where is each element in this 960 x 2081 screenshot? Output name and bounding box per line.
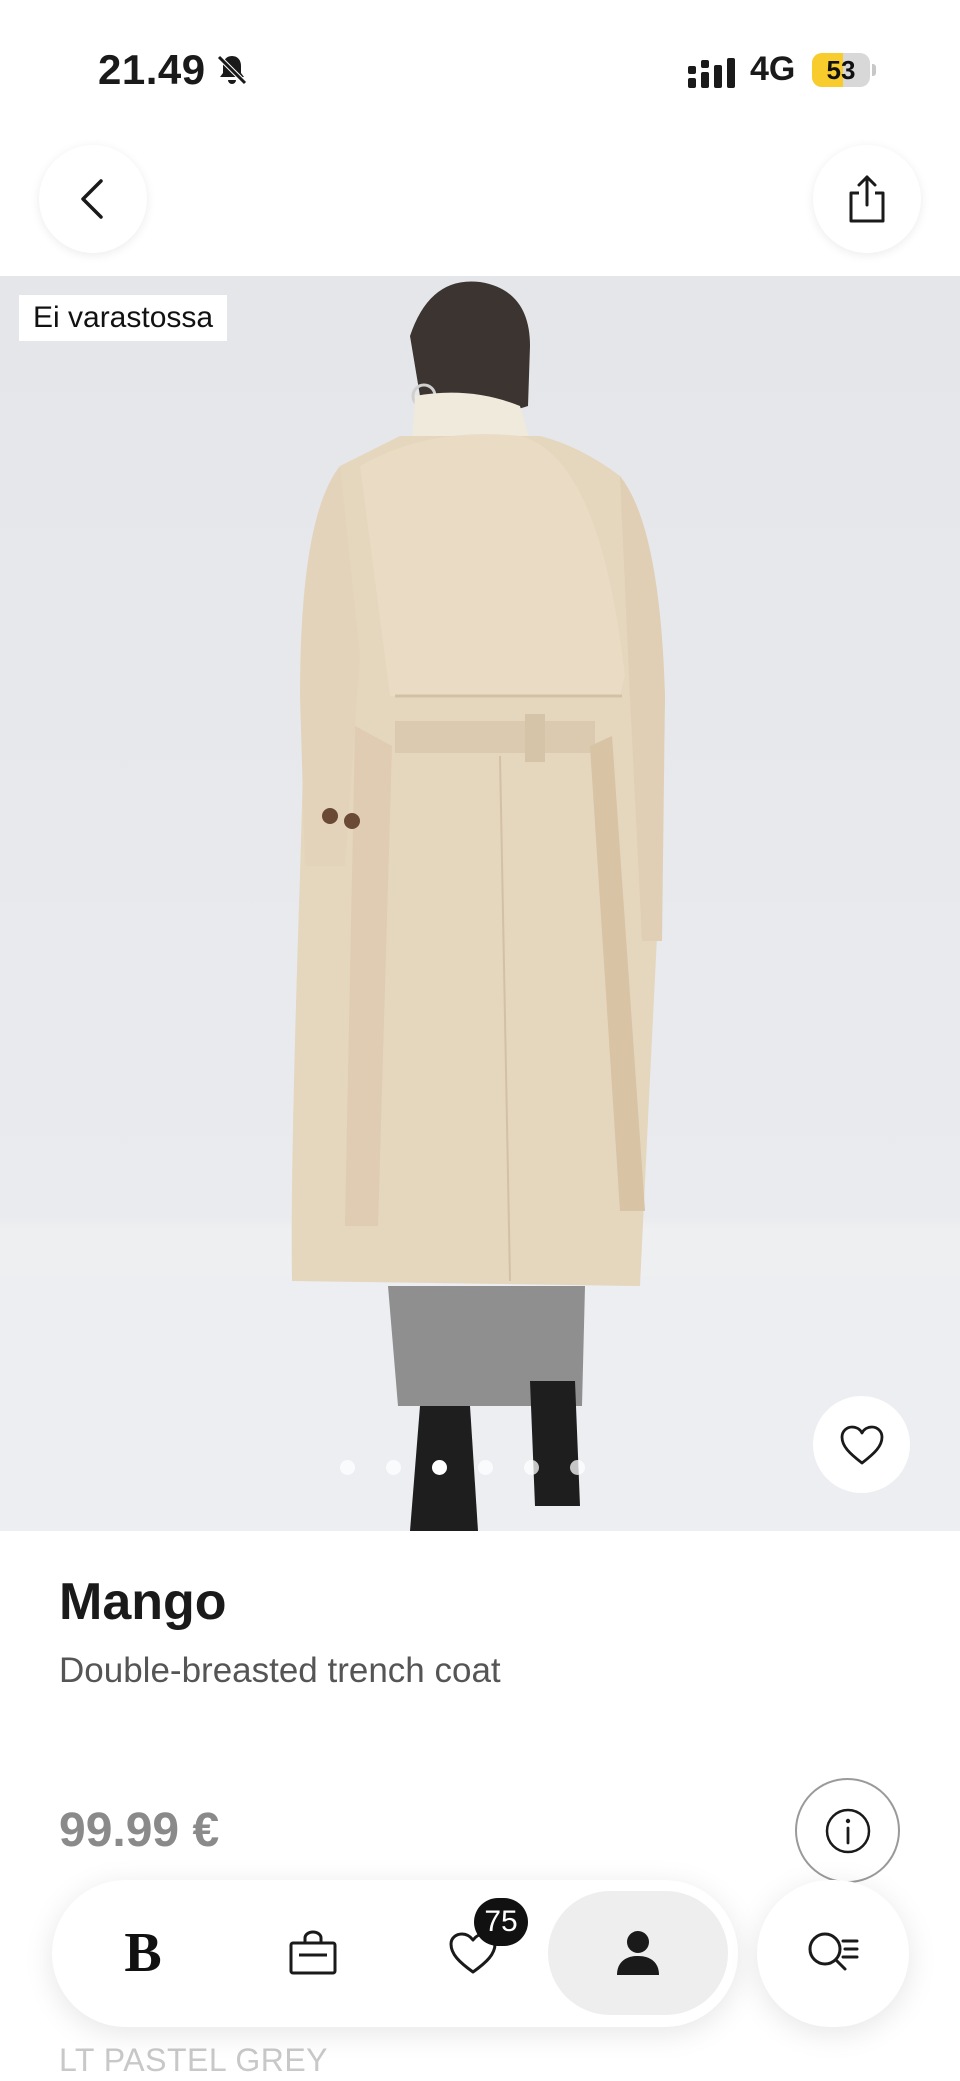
carousel-dot[interactable] [340,1460,355,1475]
nav-profile-tab[interactable] [548,1891,728,2015]
brand-name[interactable]: Mango [59,1572,227,1632]
product-image-carousel[interactable]: Ei varastossa [0,276,960,1531]
bottom-nav-bar: B 75 [52,1880,738,2027]
carousel-dot[interactable] [570,1460,585,1475]
carousel-dot[interactable] [386,1460,401,1475]
nav-favorites-tab[interactable]: 75 [412,1892,534,2014]
stock-status-badge: Ei varastossa [19,295,228,341]
share-icon [849,175,885,223]
user-icon [617,1931,659,1975]
status-bar: 21.49 4G 53 [0,0,960,140]
network-label: 4G [750,50,796,88]
product-name: Double-breasted trench coat [59,1651,501,1690]
shopping-bag-icon [289,1930,337,1975]
status-time: 21.49 [98,46,206,93]
search-list-icon [808,1932,859,1970]
battery-level: 53 [826,55,856,85]
nav-bag-tab[interactable] [252,1892,374,2014]
signal-icon [688,58,735,88]
info-button[interactable] [795,1778,900,1883]
chevron-left-icon [81,179,103,219]
info-icon [825,1808,870,1853]
favorite-button[interactable] [813,1396,910,1493]
heart-outline-icon [840,1425,883,1464]
product-price: 99.99 € [59,1804,220,1857]
search-button[interactable] [757,1880,909,2027]
back-button[interactable] [39,145,147,253]
battery-indicator: 53 [812,53,876,87]
carousel-dot-active[interactable] [432,1460,447,1475]
carousel-dot[interactable] [478,1460,493,1475]
carousel-dot[interactable] [524,1460,539,1475]
carousel-dots[interactable] [340,1460,585,1475]
home-logo: B [124,1922,162,1984]
favorites-count-badge: 75 [474,1898,528,1946]
share-button[interactable] [813,145,921,253]
bell-muted-icon [217,55,247,85]
product-color: LT PASTEL GREY [59,2042,329,2078]
product-photo [0,281,960,1531]
nav-home-tab[interactable]: B [82,1892,204,2014]
